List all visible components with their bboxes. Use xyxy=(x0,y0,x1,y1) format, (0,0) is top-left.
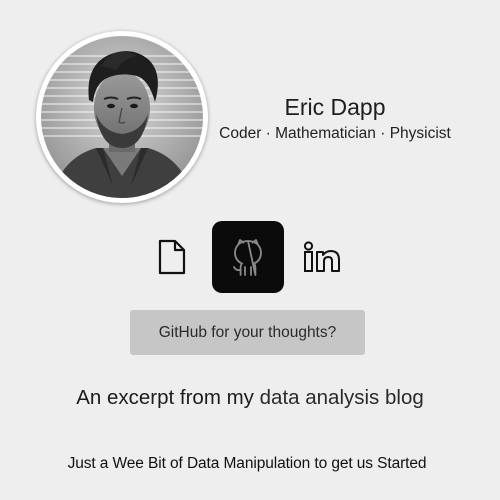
linkedin-link[interactable] xyxy=(287,221,359,293)
profile-photo xyxy=(41,36,203,198)
excerpt-heading: An excerpt from my data analysis blog xyxy=(0,386,500,410)
github-icon xyxy=(233,239,262,276)
github-thoughts-button[interactable]: GitHub for your thoughts? xyxy=(130,310,365,355)
document-icon xyxy=(158,239,186,275)
profile-tagline: Coder · Mathematician · Physicist xyxy=(219,125,451,142)
linkedin-icon xyxy=(303,241,340,272)
github-link[interactable] xyxy=(212,221,284,293)
blog-link[interactable]: data analysis blog xyxy=(260,386,424,409)
excerpt-prefix: An excerpt from my xyxy=(76,386,260,409)
profile-name: Eric Dapp xyxy=(284,94,386,120)
avatar xyxy=(36,31,208,203)
social-links xyxy=(0,221,500,293)
article-title: Just a Wee Bit of Data Manipulation to g… xyxy=(67,455,427,472)
resume-link[interactable] xyxy=(136,221,208,293)
